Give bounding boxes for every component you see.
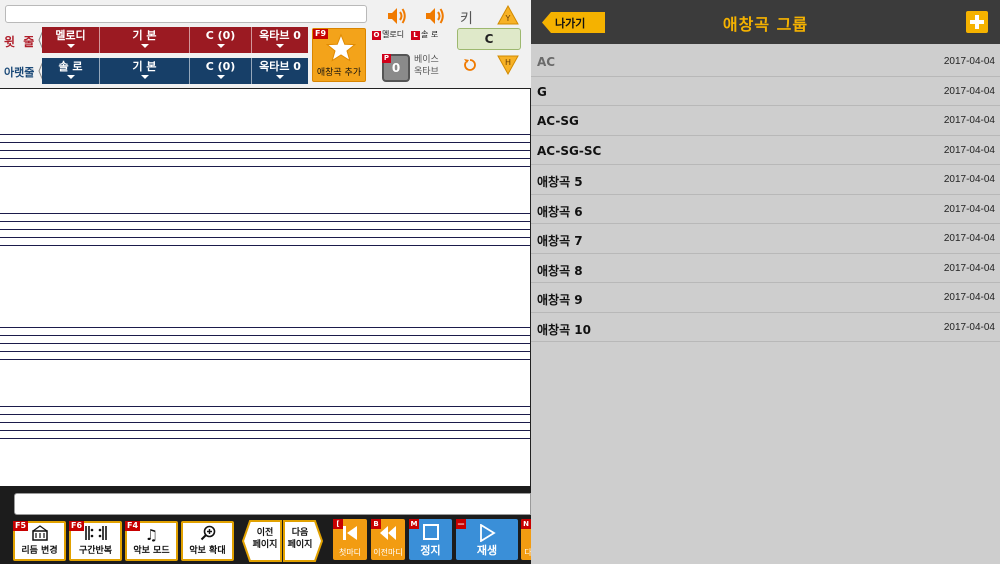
key-label: 키 xyxy=(460,11,473,27)
staff xyxy=(0,134,530,167)
bass-octave-label: 베이스 옥타브 xyxy=(414,55,439,77)
chevron-down-icon xyxy=(66,75,75,79)
list-item[interactable]: 애창곡 10 2017-04-04 xyxy=(531,313,1000,342)
prev-page-button[interactable]: 이전 페이지 xyxy=(242,520,282,562)
list-item[interactable]: 애창곡 8 2017-04-04 xyxy=(531,254,1000,283)
lower-octave-select[interactable]: 옥타브 0 xyxy=(252,58,308,84)
add-favorite-button[interactable]: F9 애창곡 추가 xyxy=(312,28,366,82)
solo-volume-tag: L솔 로 xyxy=(411,29,438,40)
app-window: 윗 줄 아랫줄 멜로디 기 본 C (0) 옥타브 0 솔 로 기 본 C (0… xyxy=(0,0,1000,564)
shortcut-badge: P xyxy=(382,54,391,63)
shortcut-badge: N xyxy=(521,519,531,529)
control-strip: 윗 줄 아랫줄 멜로디 기 본 C (0) 옥타브 0 솔 로 기 본 C (0… xyxy=(0,0,531,88)
key-down-shortcut: H xyxy=(505,58,511,67)
list-item[interactable]: 애창곡 9 2017-04-04 xyxy=(531,283,1000,313)
staff xyxy=(0,406,530,439)
lower-row-label: 아랫줄 xyxy=(4,66,35,79)
score-mode-button[interactable]: F4 ♫ 악보 모드 xyxy=(125,521,178,561)
list-item[interactable]: G 2017-04-04 xyxy=(531,77,1000,106)
list-item[interactable]: 애창곡 6 2017-04-04 xyxy=(531,195,1000,224)
upper-key-select[interactable]: C (0) xyxy=(190,27,252,53)
skip-first-icon xyxy=(343,526,357,540)
shortcut-badge: — xyxy=(456,519,466,529)
staff xyxy=(0,213,530,246)
staff xyxy=(0,327,530,360)
stop-button[interactable]: M 정지 xyxy=(409,519,452,560)
back-button[interactable]: 나가기 xyxy=(541,11,607,34)
shortcut-badge: F4 xyxy=(125,521,141,531)
melody-volume-icon[interactable] xyxy=(386,6,408,26)
chevron-down-icon xyxy=(276,75,284,79)
list-item[interactable]: AC-SG-SC 2017-04-04 xyxy=(531,136,1000,165)
bottom-toolbar: F5 리듬 변경 F6 구간반복 F4 ♫ 악보 모드 악보 확대 이전 페이지… xyxy=(0,486,535,564)
first-measure-button[interactable]: [ 첫마디 xyxy=(333,519,367,560)
stop-icon xyxy=(423,524,439,540)
bass-octave-value: 0 xyxy=(391,61,401,75)
previous-measure-button[interactable]: B 이전마디 xyxy=(371,519,405,560)
add-group-button[interactable] xyxy=(966,11,988,33)
key-display: C xyxy=(457,28,521,50)
lower-style-select[interactable]: 기 본 xyxy=(100,58,190,84)
key-up-shortcut: Y xyxy=(505,14,511,23)
list-item[interactable]: AC 2017-04-04 xyxy=(531,47,1000,77)
lyrics-input[interactable] xyxy=(14,493,531,515)
next-page-button[interactable]: 다음 페이지 xyxy=(283,520,323,562)
section-repeat-button[interactable]: F6 구간반복 xyxy=(69,521,122,561)
list-item[interactable]: 애창곡 7 2017-04-04 xyxy=(531,224,1000,254)
chevron-down-icon xyxy=(216,75,225,79)
upper-melody-select[interactable]: 멜로디 xyxy=(42,27,100,53)
rewind-icon xyxy=(380,526,396,540)
upper-octave-select[interactable]: 옥타브 0 xyxy=(252,27,308,53)
bass-octave-button[interactable]: P 0 xyxy=(382,54,410,82)
list-item[interactable]: 애창곡 5 2017-04-04 xyxy=(531,165,1000,195)
chevron-down-icon xyxy=(66,44,75,48)
chevron-down-icon xyxy=(216,44,225,48)
solo-volume-icon[interactable] xyxy=(424,6,446,26)
upper-style-select[interactable]: 기 본 xyxy=(100,27,190,53)
shortcut-badge: M xyxy=(409,519,419,529)
lower-key-select[interactable]: C (0) xyxy=(190,58,252,84)
add-favorite-label: 애창곡 추가 xyxy=(316,68,362,78)
lower-melody-select[interactable]: 솔 로 xyxy=(42,58,100,84)
shortcut-badge: F5 xyxy=(13,521,29,531)
rhythm-change-button[interactable]: F5 리듬 변경 xyxy=(13,521,66,561)
chevron-down-icon xyxy=(140,44,149,48)
favorite-groups-panel: 나가기 애창곡 그룹 AC 2017-04-04 G 2017-04-04 AC-S… xyxy=(531,0,1000,564)
list-item[interactable]: AC-SG 2017-04-04 xyxy=(531,106,1000,136)
key-down-button[interactable]: H xyxy=(497,55,519,75)
star-icon xyxy=(326,33,356,62)
chevron-down-icon xyxy=(276,44,284,48)
key-up-button[interactable]: Y xyxy=(497,5,519,25)
song-title-input[interactable] xyxy=(5,5,367,23)
score-sheet[interactable] xyxy=(0,88,531,486)
play-button[interactable]: — 재생 xyxy=(456,519,518,560)
shortcut-badge: F6 xyxy=(69,521,85,531)
reset-key-icon[interactable] xyxy=(463,58,477,72)
upper-row-label: 윗 줄 xyxy=(4,35,37,49)
panel-header: 나가기 애창곡 그룹 xyxy=(531,0,1000,44)
group-list: AC 2017-04-04 G 2017-04-04 AC-SG 2017-04-04… xyxy=(531,47,1000,342)
chevron-down-icon xyxy=(140,75,149,79)
score-zoom-button[interactable]: 악보 확대 xyxy=(181,521,234,561)
melody-volume-tag: O 멜로디 xyxy=(372,30,405,40)
zoom-in-icon xyxy=(183,523,232,543)
play-icon xyxy=(480,524,496,542)
